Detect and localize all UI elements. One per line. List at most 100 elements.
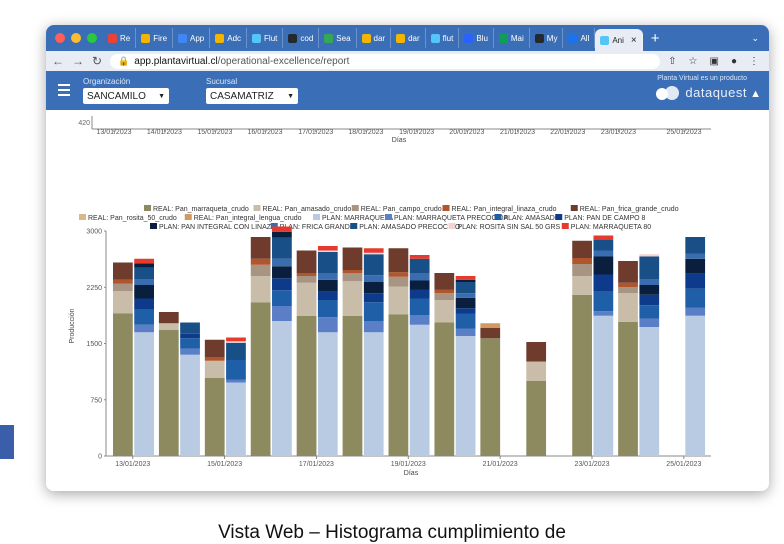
bar-segment-plan[interactable] xyxy=(134,309,154,325)
bar-segment-real[interactable] xyxy=(388,276,409,287)
bar-segment-real[interactable] xyxy=(342,273,363,282)
bar-segment-plan[interactable] xyxy=(134,324,154,333)
bar-segment-real[interactable] xyxy=(296,250,317,274)
browser-tab[interactable]: All xyxy=(563,28,596,48)
close-tab-icon[interactable]: × xyxy=(631,35,637,46)
bar-segment-plan[interactable] xyxy=(639,305,660,319)
bar-segment-real[interactable] xyxy=(618,282,638,288)
bar-segment-plan[interactable] xyxy=(639,318,660,327)
browser-tab[interactable]: Blu xyxy=(459,28,494,48)
reload-icon[interactable]: ↻ xyxy=(92,54,102,68)
bar-segment-plan[interactable] xyxy=(685,253,706,259)
sidebar-icon[interactable]: ▣ xyxy=(710,56,719,67)
bar-segment-real[interactable] xyxy=(250,258,271,265)
bar-segment-plan[interactable] xyxy=(272,258,292,267)
legend-label[interactable]: PLAN: MARRAQUETA PRECOCIDA xyxy=(394,215,509,222)
bar-segment-real[interactable] xyxy=(158,330,179,456)
bar-segment-real[interactable] xyxy=(618,287,638,294)
bar-segment-plan[interactable] xyxy=(685,237,706,254)
branch-select[interactable]: CASAMATRIZ ▼ xyxy=(206,88,298,104)
bar-segment-real[interactable] xyxy=(434,289,455,294)
bar-segment-plan[interactable] xyxy=(455,328,476,337)
maximize-window-button[interactable] xyxy=(87,33,97,43)
legend-label[interactable]: PLAN: PAN DE CAMPO 8 xyxy=(564,215,645,222)
bar-segment-plan[interactable] xyxy=(317,332,338,456)
bar-segment-real[interactable] xyxy=(204,360,225,378)
close-window-button[interactable] xyxy=(55,33,65,43)
bar-segment-plan[interactable] xyxy=(272,290,292,306)
legend-label[interactable]: REAL: Pan_marraqueta_crudo xyxy=(153,206,249,213)
legend-label[interactable]: REAL: Pan_frica_grande_crudo xyxy=(580,206,679,213)
bar-segment-plan[interactable] xyxy=(134,258,154,264)
browser-tab[interactable]: Adc xyxy=(210,28,248,48)
bar-segment-real[interactable] xyxy=(618,261,638,283)
browser-tab[interactable]: Fire xyxy=(136,28,174,48)
browser-tab[interactable]: Re xyxy=(103,28,137,48)
bar-segment-plan[interactable] xyxy=(180,338,200,349)
bar-segment-real[interactable] xyxy=(572,258,592,264)
legend-label[interactable]: PLAN: MARRAQUETA xyxy=(322,215,393,222)
organization-select[interactable]: SANCAMILO ▼ xyxy=(83,88,169,104)
bar-segment-plan[interactable] xyxy=(685,315,706,456)
bar-segment-plan[interactable] xyxy=(134,279,154,285)
bar-segment-real[interactable] xyxy=(388,272,409,277)
bar-segment-real[interactable] xyxy=(526,342,547,362)
bar-segment-plan[interactable] xyxy=(363,321,384,333)
legend-label[interactable]: PLAN: ROSITA SIN SAL 50 GRS xyxy=(458,224,561,231)
bar-segment-real[interactable] xyxy=(572,264,592,276)
bar-segment-real[interactable] xyxy=(434,322,455,457)
bar-segment-plan[interactable] xyxy=(455,293,476,298)
bar-segment-plan[interactable] xyxy=(272,231,292,238)
url-field[interactable]: 🔒 app.plantavirtual.cl/operational-excel… xyxy=(110,53,661,69)
bar-segment-real[interactable] xyxy=(113,279,133,284)
bar-segment-real[interactable] xyxy=(434,300,455,323)
bar-segment-real[interactable] xyxy=(388,248,409,273)
legend-label[interactable]: PLAN: MARRAQUETA 80 xyxy=(571,224,652,231)
legend-label[interactable]: PLAN: AMASADO xyxy=(504,215,561,222)
bar-segment-plan[interactable] xyxy=(593,274,614,292)
hamburger-menu-icon[interactable] xyxy=(58,84,70,99)
bar-segment-real[interactable] xyxy=(480,323,501,328)
browser-tab[interactable]: Sea xyxy=(319,28,357,48)
bar-segment-real[interactable] xyxy=(113,262,133,280)
bar-segment-real[interactable] xyxy=(434,273,455,290)
bar-segment-plan[interactable] xyxy=(455,297,476,309)
bar-segment-real[interactable] xyxy=(342,247,363,271)
bar-segment-plan[interactable] xyxy=(272,321,292,456)
bar-segment-real[interactable] xyxy=(526,361,547,382)
bar-segment-plan[interactable] xyxy=(363,248,384,253)
bar-segment-plan[interactable] xyxy=(685,273,706,289)
bar-segment-plan[interactable] xyxy=(639,294,660,306)
bar-segment-plan[interactable] xyxy=(317,279,338,292)
star-icon[interactable]: ☆ xyxy=(689,56,698,67)
bar-segment-plan[interactable] xyxy=(639,254,660,257)
browser-tab[interactable]: cod xyxy=(283,28,320,48)
bar-segment-plan[interactable] xyxy=(317,317,338,333)
bar-segment-plan[interactable] xyxy=(363,332,384,456)
bar-segment-real[interactable] xyxy=(296,315,317,456)
bar-segment-plan[interactable] xyxy=(409,289,430,299)
browser-tab[interactable]: flut xyxy=(426,28,460,48)
bar-segment-plan[interactable] xyxy=(134,332,154,456)
bar-segment-real[interactable] xyxy=(572,276,592,295)
bar-segment-real[interactable] xyxy=(342,270,363,273)
bar-segment-plan[interactable] xyxy=(455,336,476,456)
browser-tab[interactable]: Flut xyxy=(247,28,284,48)
bar-segment-plan[interactable] xyxy=(180,322,200,334)
browser-tab[interactable]: Ani × xyxy=(595,29,643,51)
bar-segment-real[interactable] xyxy=(480,327,501,339)
bar-segment-plan[interactable] xyxy=(455,276,476,280)
bar-segment-real[interactable] xyxy=(204,357,225,361)
bar-segment-plan[interactable] xyxy=(639,279,660,285)
bar-segment-plan[interactable] xyxy=(272,226,292,232)
bell-icon[interactable]: ▲ xyxy=(750,88,761,100)
bar-segment-plan[interactable] xyxy=(455,308,476,314)
bar-segment-plan[interactable] xyxy=(363,275,384,282)
bar-segment-plan[interactable] xyxy=(685,258,706,274)
share-icon[interactable]: ⇧ xyxy=(668,56,676,67)
bar-segment-plan[interactable] xyxy=(363,282,384,294)
back-icon[interactable]: ← xyxy=(52,54,64,68)
bar-segment-real[interactable] xyxy=(618,293,638,322)
bar-segment-real[interactable] xyxy=(158,312,179,324)
bar-segment-plan[interactable] xyxy=(317,300,338,318)
